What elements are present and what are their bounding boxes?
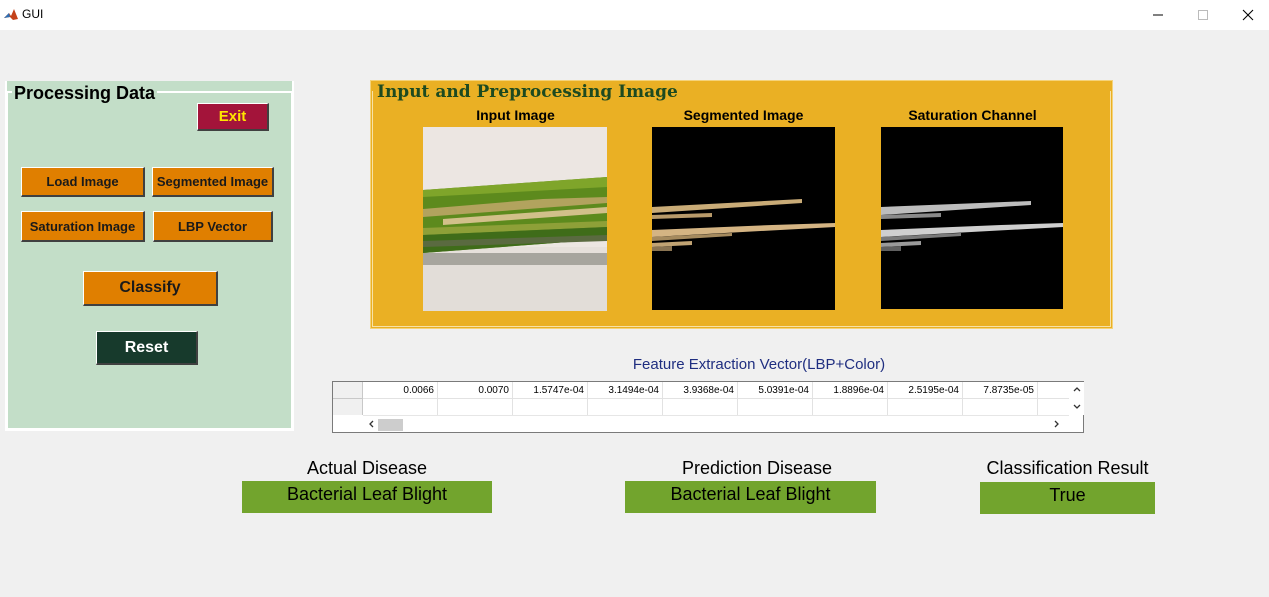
maximize-icon: [1198, 10, 1208, 20]
feature-cell[interactable]: 2.5195e-04: [888, 382, 963, 399]
exit-button[interactable]: Exit: [197, 103, 269, 131]
window-title: GUI: [22, 7, 44, 21]
scroll-thumb[interactable]: [378, 419, 403, 431]
actual-disease-value: Bacterial Leaf Blight: [242, 481, 492, 513]
scroll-left-icon[interactable]: [368, 420, 374, 428]
feature-cell[interactable]: 1.:: [1038, 382, 1069, 399]
feature-cell-empty[interactable]: [963, 399, 1038, 415]
feature-cell-empty[interactable]: [1038, 399, 1069, 415]
feature-cell-empty[interactable]: [813, 399, 888, 415]
input-image-label: Input Image: [476, 107, 555, 123]
vertical-scrollbar[interactable]: [1069, 382, 1084, 415]
close-icon: [1242, 9, 1254, 21]
feature-cell[interactable]: 1.8896e-04: [813, 382, 888, 399]
saturation-channel-label: Saturation Channel: [908, 107, 1037, 123]
maximize-button[interactable]: [1180, 0, 1226, 30]
saturation-image-button[interactable]: Saturation Image: [21, 211, 145, 242]
processing-panel: Processing Data Exit Load Image Segmente…: [5, 81, 294, 431]
horizontal-scrollbar[interactable]: [363, 415, 1069, 432]
segmented-image-label: Segmented Image: [683, 107, 804, 123]
feature-cells: 0.0066 0.0070 1.5747e-04 3.1494e-04 3.9368e-…: [363, 382, 1069, 415]
scroll-up-icon[interactable]: [1073, 386, 1081, 392]
feature-vector-table[interactable]: 0.0066 0.0070 1.5747e-04 3.1494e-04 3.9368e-…: [332, 381, 1084, 433]
feature-cell[interactable]: 0.0066: [363, 382, 438, 399]
segmented-image: [652, 127, 835, 310]
classify-button[interactable]: Classify: [83, 271, 218, 306]
lbp-vector-button[interactable]: LBP Vector: [153, 211, 273, 242]
minimize-icon: [1153, 14, 1163, 16]
feature-cell-empty[interactable]: [888, 399, 963, 415]
feature-cell-empty[interactable]: [663, 399, 738, 415]
feature-cell-empty[interactable]: [438, 399, 513, 415]
reset-button[interactable]: Reset: [96, 331, 198, 365]
actual-disease-label: Actual Disease: [306, 458, 428, 478]
feature-cell-empty[interactable]: [513, 399, 588, 415]
image-panel: Input and Preprocessing Image Input Imag…: [370, 80, 1113, 329]
row-header: [333, 382, 363, 415]
close-button[interactable]: [1225, 0, 1269, 30]
panel-frame: [7, 91, 292, 429]
feature-cell[interactable]: 1.5747e-04: [513, 382, 588, 399]
title-bar: GUI: [0, 0, 1269, 30]
load-image-button[interactable]: Load Image: [21, 167, 145, 197]
scroll-down-icon[interactable]: [1073, 404, 1081, 410]
image-panel-title: Input and Preprocessing Image: [377, 82, 678, 102]
minimize-button[interactable]: [1135, 0, 1181, 30]
feature-cell-empty[interactable]: [738, 399, 813, 415]
panel-title: Processing Data: [12, 83, 158, 104]
saturation-channel-image: [881, 127, 1063, 309]
feature-cell-empty[interactable]: [588, 399, 663, 415]
feature-cell[interactable]: 0.0070: [438, 382, 513, 399]
prediction-disease-value: Bacterial Leaf Blight: [625, 481, 876, 513]
scroll-right-icon[interactable]: [1054, 420, 1060, 428]
feature-cell-empty[interactable]: [363, 399, 438, 415]
feature-cell[interactable]: 3.9368e-04: [663, 382, 738, 399]
segmented-image-button[interactable]: Segmented Image: [152, 167, 274, 197]
classification-result-label: Classification Result: [986, 458, 1149, 478]
prediction-disease-label: Prediction Disease: [681, 458, 833, 478]
classification-result-value: True: [980, 482, 1155, 514]
feature-cell[interactable]: 5.0391e-04: [738, 382, 813, 399]
matlab-icon: [3, 7, 19, 23]
feature-cell[interactable]: 7.8735e-05: [963, 382, 1038, 399]
feature-vector-title: Feature Extraction Vector(LBP+Color): [632, 356, 886, 373]
feature-cell[interactable]: 3.1494e-04: [588, 382, 663, 399]
input-image: [423, 127, 607, 311]
